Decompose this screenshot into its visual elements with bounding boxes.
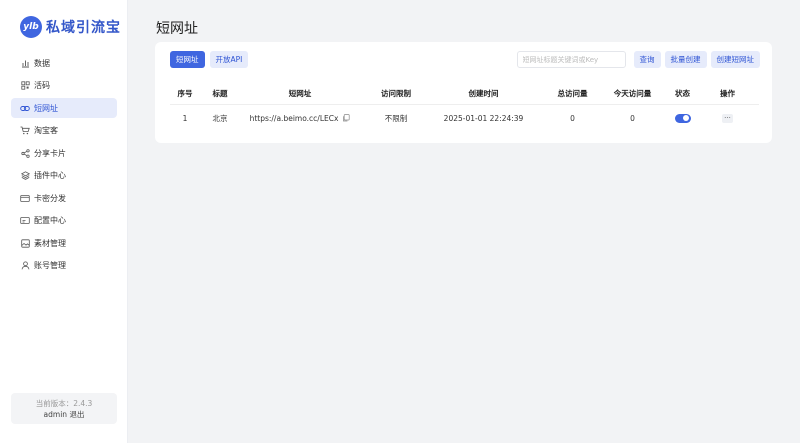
sidebar-item-label: 数据 xyxy=(34,58,50,68)
header-total: 总访问量 xyxy=(557,88,588,98)
config-icon xyxy=(19,216,31,225)
sidebar-item-card-dist[interactable]: 卡密分发 xyxy=(11,188,117,208)
toolbar: 查询 批量创建 创建短网址 xyxy=(516,51,760,68)
sidebar-item-label: 素材管理 xyxy=(34,238,66,248)
tab-open-api[interactable]: 开放API xyxy=(209,51,249,68)
sidebar-item-livecode[interactable]: 活码 xyxy=(11,76,117,96)
header-status: 状态 xyxy=(675,88,690,98)
image-icon xyxy=(19,238,31,248)
sidebar-item-taobaoke[interactable]: 淘宝客 xyxy=(11,121,117,141)
card-icon xyxy=(19,194,31,203)
cell-created: 2025-01-01 22:24:39 xyxy=(443,113,524,123)
tab-short-url[interactable]: 短网址 xyxy=(170,51,205,68)
user-icon xyxy=(19,261,31,270)
app-name: 私域引流宝 xyxy=(46,20,121,36)
header-title: 标题 xyxy=(212,88,228,98)
sidebar-item-share-card[interactable]: 分享卡片 xyxy=(11,143,117,163)
header-today: 今天访问量 xyxy=(613,88,652,98)
sidebar-item-label: 账号管理 xyxy=(34,261,66,270)
cell-status xyxy=(655,113,710,123)
content-card: 短网址 开放API 查询 批量创建 创建短网址 序号 标题 短网址 访问限制 创… xyxy=(155,42,772,143)
sidebar-item-plugins[interactable]: 插件中心 xyxy=(11,166,117,186)
more-actions-button[interactable]: ··· xyxy=(722,113,733,123)
sidebar-item-data[interactable]: 数据 xyxy=(11,53,117,73)
sidebar-item-label: 插件中心 xyxy=(34,171,66,180)
header-actions: 操作 xyxy=(720,88,735,98)
sidebar-item-accounts[interactable]: 账号管理 xyxy=(11,256,117,276)
table-header: 序号 标题 短网址 访问限制 创建时间 总访问量 今天访问量 状态 操作 xyxy=(170,82,759,105)
version-box: 当前版本：2.4.3 admin 退出 xyxy=(11,393,117,424)
header-limit: 访问限制 xyxy=(381,88,411,98)
create-short-url-button[interactable]: 创建短网址 xyxy=(710,51,760,68)
cell-limit: 不限制 xyxy=(384,113,408,123)
cell-title: 北京 xyxy=(212,113,228,123)
cell-today: 0 xyxy=(630,113,635,123)
logout-link[interactable]: 退出 xyxy=(69,410,84,419)
sidebar-item-config[interactable]: 配置中心 xyxy=(11,211,117,231)
qrcode-icon xyxy=(19,81,31,90)
sidebar-item-label: 活码 xyxy=(34,81,50,90)
sidebar-item-label: 淘宝客 xyxy=(34,126,58,135)
logo[interactable]: ylb 私域引流宝 xyxy=(20,16,121,38)
header-created: 创建时间 xyxy=(468,88,499,98)
sidebar-nav: 数据 活码 短网址 淘宝客 分享卡片 插件中心 卡密分发 配置中心 素材管理 账… xyxy=(11,53,117,278)
layers-icon xyxy=(19,171,31,180)
sidebar-item-short-url[interactable]: 短网址 xyxy=(11,98,117,118)
cart-icon xyxy=(19,126,31,135)
page-title: 短网址 xyxy=(156,21,198,37)
bar-chart-icon xyxy=(19,59,31,68)
search-input[interactable] xyxy=(516,51,626,68)
short-url-table: 序号 标题 短网址 访问限制 创建时间 总访问量 今天访问量 状态 操作 1 北… xyxy=(170,82,759,131)
table-row: 1 北京 https://a.beimo.cc/LECx 不限制 2025-01… xyxy=(170,105,759,131)
short-url-text: https://a.beimo.cc/LECx xyxy=(249,113,339,123)
tab-bar: 短网址 开放API xyxy=(170,51,253,68)
version-label: 当前版本：2.4.3 xyxy=(35,399,93,408)
query-button[interactable]: 查询 xyxy=(633,51,661,68)
cell-url: https://a.beimo.cc/LECx xyxy=(240,114,360,123)
cell-index: 1 xyxy=(182,113,188,123)
sidebar-item-label: 卡密分发 xyxy=(34,193,66,203)
header-url: 短网址 xyxy=(288,88,312,98)
username: admin xyxy=(43,410,68,419)
cell-total: 0 xyxy=(570,113,575,123)
sidebar-item-label: 分享卡片 xyxy=(34,148,66,158)
sidebar-item-materials[interactable]: 素材管理 xyxy=(11,233,117,253)
share-icon xyxy=(19,148,31,158)
status-toggle[interactable] xyxy=(674,113,691,123)
sidebar: ylb 私域引流宝 数据 活码 短网址 淘宝客 分享卡片 插件中心 卡密分发 配… xyxy=(0,0,128,443)
logo-badge: ylb xyxy=(20,16,42,38)
link-icon xyxy=(19,104,31,113)
sidebar-item-label: 短网址 xyxy=(34,103,58,113)
copy-icon[interactable] xyxy=(342,114,350,122)
cell-actions: ··· xyxy=(710,113,745,123)
batch-create-button[interactable]: 批量创建 xyxy=(664,51,707,68)
sidebar-item-label: 配置中心 xyxy=(34,216,66,225)
header-index: 序号 xyxy=(177,88,193,98)
